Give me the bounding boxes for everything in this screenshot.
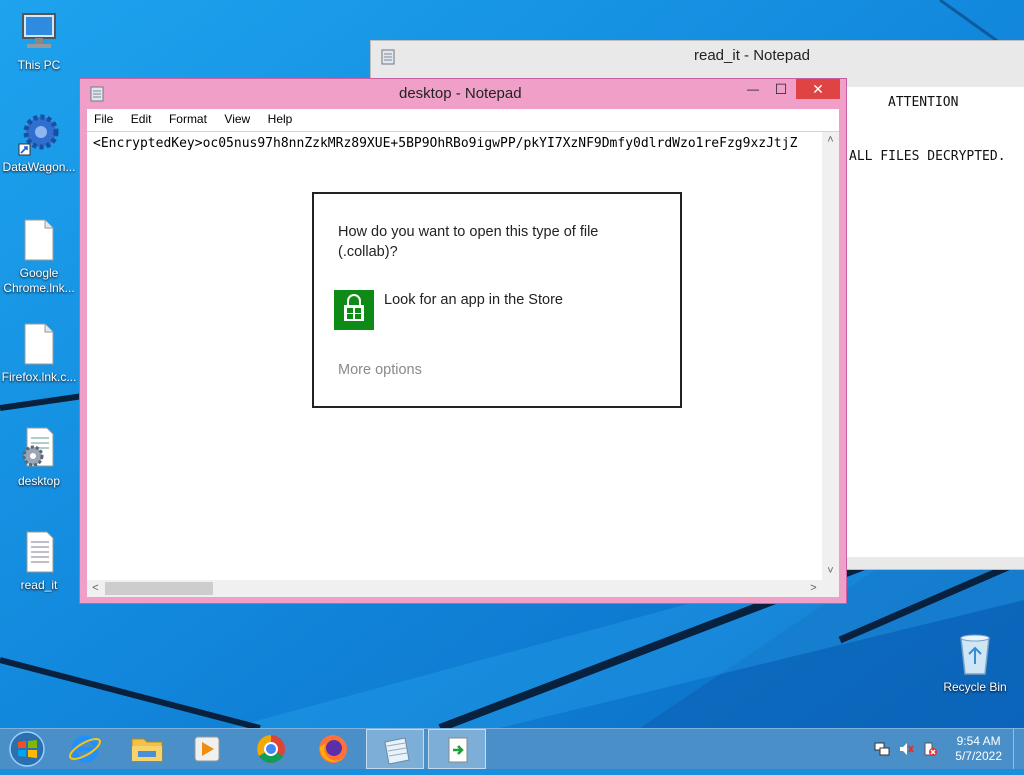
- computer-icon: [17, 10, 61, 54]
- window-title: desktop - Notepad: [399, 85, 522, 102]
- desktop-icon-recycle-bin[interactable]: Recycle Bin: [937, 632, 1013, 695]
- taskbar: 9:54 AM 5/7/2022: [0, 728, 1024, 769]
- horizontal-scroll-thumb[interactable]: [105, 582, 213, 595]
- text-line: ATTENTION: [888, 95, 959, 110]
- store-option[interactable]: Look for an app in the Store: [334, 290, 654, 332]
- desktop-icon-datawagon[interactable]: DataWagon...: [1, 112, 77, 175]
- recycle-bin-icon: [953, 632, 997, 676]
- menu-edit[interactable]: Edit: [125, 109, 158, 129]
- desktop-icon-label: read_it: [20, 578, 58, 592]
- desktop-icon-chrome-lnk[interactable]: Google Chrome.lnk...: [1, 218, 77, 296]
- scroll-right-arrow-icon[interactable]: >: [805, 580, 822, 597]
- window-title: read_it - Notepad: [694, 47, 810, 64]
- desktop-icon-label: This PC: [17, 58, 61, 72]
- volume-muted-icon[interactable]: [898, 741, 914, 757]
- desktop-icon-this-pc[interactable]: This PC: [1, 10, 77, 73]
- scroll-up-arrow-icon[interactable]: ˄: [822, 132, 839, 149]
- notepad-icon: [381, 49, 395, 65]
- store-option-label: Look for an app in the Store: [384, 292, 563, 308]
- more-options-link[interactable]: More options: [338, 362, 422, 378]
- desktop-icon-label: DataWagon...: [2, 160, 76, 174]
- notepad-icon: [90, 86, 104, 102]
- clock-date: 5/7/2022: [955, 749, 1002, 763]
- close-button[interactable]: ✕: [796, 79, 840, 99]
- menu-bar: File Edit Format View Help: [87, 109, 839, 131]
- desktop-icon-label: Recycle Bin: [943, 680, 1007, 694]
- desktop-icon-label: desktop: [17, 474, 61, 488]
- scroll-down-arrow-icon[interactable]: ˅: [822, 563, 839, 580]
- menu-help[interactable]: Help: [262, 109, 299, 129]
- text-file-icon: [17, 530, 61, 574]
- notepad-icon[interactable]: [366, 729, 424, 769]
- desktop-icon-desktop[interactable]: desktop: [1, 426, 77, 489]
- desktop-icon-label: Firefox.lnk.c...: [1, 370, 77, 384]
- scroll-left-arrow-icon[interactable]: <: [87, 580, 104, 597]
- text-line: ALL FILES DECRYPTED.: [849, 149, 1006, 164]
- start-button[interactable]: [0, 729, 56, 769]
- menu-format[interactable]: Format: [163, 109, 213, 129]
- desktop-icon-firefox-lnk[interactable]: Firefox.lnk.c...: [1, 322, 77, 385]
- internet-explorer-icon[interactable]: [58, 729, 112, 769]
- chrome-icon[interactable]: [244, 729, 298, 769]
- dialog-question: How do you want to open this type of fil…: [338, 224, 599, 260]
- document-icon: [17, 218, 61, 262]
- show-desktop-button[interactable]: [1013, 729, 1024, 769]
- app-icon[interactable]: [428, 729, 486, 769]
- text-file-gear-icon: [17, 426, 61, 470]
- text-area[interactable]: ATTENTION ALL FILES DECRYPTED.: [847, 87, 1024, 557]
- desktop-icon-label: Google Chrome.lnk...: [3, 266, 75, 295]
- media-player-icon[interactable]: [180, 729, 234, 769]
- store-icon: [334, 290, 374, 330]
- file-explorer-icon[interactable]: [120, 729, 174, 769]
- network-icon[interactable]: [874, 741, 890, 757]
- minimize-button[interactable]: —: [740, 79, 766, 99]
- menu-file[interactable]: File: [88, 109, 119, 129]
- menu-view[interactable]: View: [218, 109, 256, 129]
- horizontal-scrollbar[interactable]: < >: [87, 580, 822, 597]
- maximize-button[interactable]: ☐: [768, 79, 794, 99]
- open-with-dialog: How do you want to open this type of fil…: [312, 192, 682, 408]
- action-center-warning-icon[interactable]: [922, 741, 938, 757]
- clock-time: 9:54 AM: [956, 734, 1001, 748]
- editor-content: <EncryptedKey>oc05nus97h8nnZzkMRz89XUE+5…: [93, 136, 798, 151]
- desktop-icon-read-it[interactable]: read_it: [1, 530, 77, 593]
- document-icon: [17, 322, 61, 366]
- firefox-icon[interactable]: [306, 729, 360, 769]
- gear-shortcut-icon: [17, 112, 61, 156]
- vertical-scrollbar[interactable]: ˄ ˅: [822, 132, 839, 580]
- scrollbar-corner: [822, 580, 839, 597]
- system-clock[interactable]: 9:54 AM 5/7/2022: [955, 734, 1002, 764]
